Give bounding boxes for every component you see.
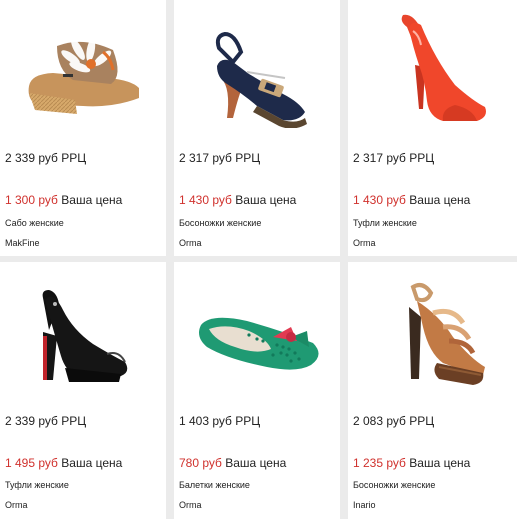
your-price: 1 235 руб Ваша цена <box>353 456 470 470</box>
price-value: 1 300 руб <box>5 193 58 207</box>
your-price: 1 495 руб Ваша цена <box>5 456 122 470</box>
your-price: 1 430 руб Ваша цена <box>179 193 296 207</box>
price-value: 1 235 руб <box>353 456 406 470</box>
product-name[interactable]: Босоножки женские <box>179 218 261 228</box>
rrc-price: 2 317 руб РРЦ <box>179 151 261 165</box>
product-grid: 2 339 руб РРЦ 1 300 руб Ваша цена Сабо ж… <box>0 0 517 519</box>
rrc-price: 1 403 руб РРЦ <box>179 414 261 428</box>
product-brand[interactable]: Orma <box>179 238 202 248</box>
price-label: Ваша цена <box>235 193 297 207</box>
price-value: 780 руб <box>179 456 222 470</box>
product-card[interactable]: 2 339 руб РРЦ 1 300 руб Ваша цена Сабо ж… <box>0 0 166 256</box>
product-name[interactable]: Балетки женские <box>179 480 250 490</box>
product-card[interactable]: 1 403 руб РРЦ 780 руб Ваша цена Балетки … <box>174 262 340 519</box>
product-image-red-pump[interactable] <box>348 0 517 135</box>
price-value: 1 430 руб <box>179 193 232 207</box>
product-brand[interactable]: MakFine <box>5 238 40 248</box>
rrc-price: 2 339 руб РРЦ <box>5 151 87 165</box>
your-price: 780 руб Ваша цена <box>179 456 286 470</box>
rrc-price: 2 339 руб РРЦ <box>5 414 87 428</box>
product-name[interactable]: Туфли женские <box>353 218 417 228</box>
product-image-mule-sandal[interactable] <box>0 0 166 135</box>
product-brand[interactable]: Orma <box>179 500 202 510</box>
price-label: Ваша цена <box>409 456 471 470</box>
product-image-green-flat[interactable] <box>174 262 340 397</box>
product-brand[interactable]: Inario <box>353 500 376 510</box>
price-label: Ваша цена <box>61 456 123 470</box>
product-card[interactable]: 2 317 руб РРЦ 1 430 руб Ваша цена Босоно… <box>174 0 340 256</box>
price-value: 1 495 руб <box>5 456 58 470</box>
product-name[interactable]: Сабо женские <box>5 218 64 228</box>
product-card[interactable]: 2 317 руб РРЦ 1 430 руб Ваша цена Туфли … <box>348 0 517 256</box>
product-image-black-pump[interactable] <box>0 262 166 397</box>
rrc-price: 2 317 руб РРЦ <box>353 151 435 165</box>
product-image-slingback-heel[interactable] <box>174 0 340 135</box>
product-name[interactable]: Босоножки женские <box>353 480 435 490</box>
your-price: 1 300 руб Ваша цена <box>5 193 122 207</box>
product-image-strappy-sandal[interactable] <box>348 262 517 397</box>
price-label: Ваша цена <box>225 456 287 470</box>
your-price: 1 430 руб Ваша цена <box>353 193 470 207</box>
rrc-price: 2 083 руб РРЦ <box>353 414 435 428</box>
product-brand[interactable]: Orma <box>5 500 28 510</box>
price-label: Ваша цена <box>61 193 123 207</box>
product-name[interactable]: Туфли женские <box>5 480 69 490</box>
product-card[interactable]: 2 083 руб РРЦ 1 235 руб Ваша цена Босоно… <box>348 262 517 519</box>
price-label: Ваша цена <box>409 193 471 207</box>
product-card[interactable]: 2 339 руб РРЦ 1 495 руб Ваша цена Туфли … <box>0 262 166 519</box>
product-brand[interactable]: Orma <box>353 238 376 248</box>
price-value: 1 430 руб <box>353 193 406 207</box>
